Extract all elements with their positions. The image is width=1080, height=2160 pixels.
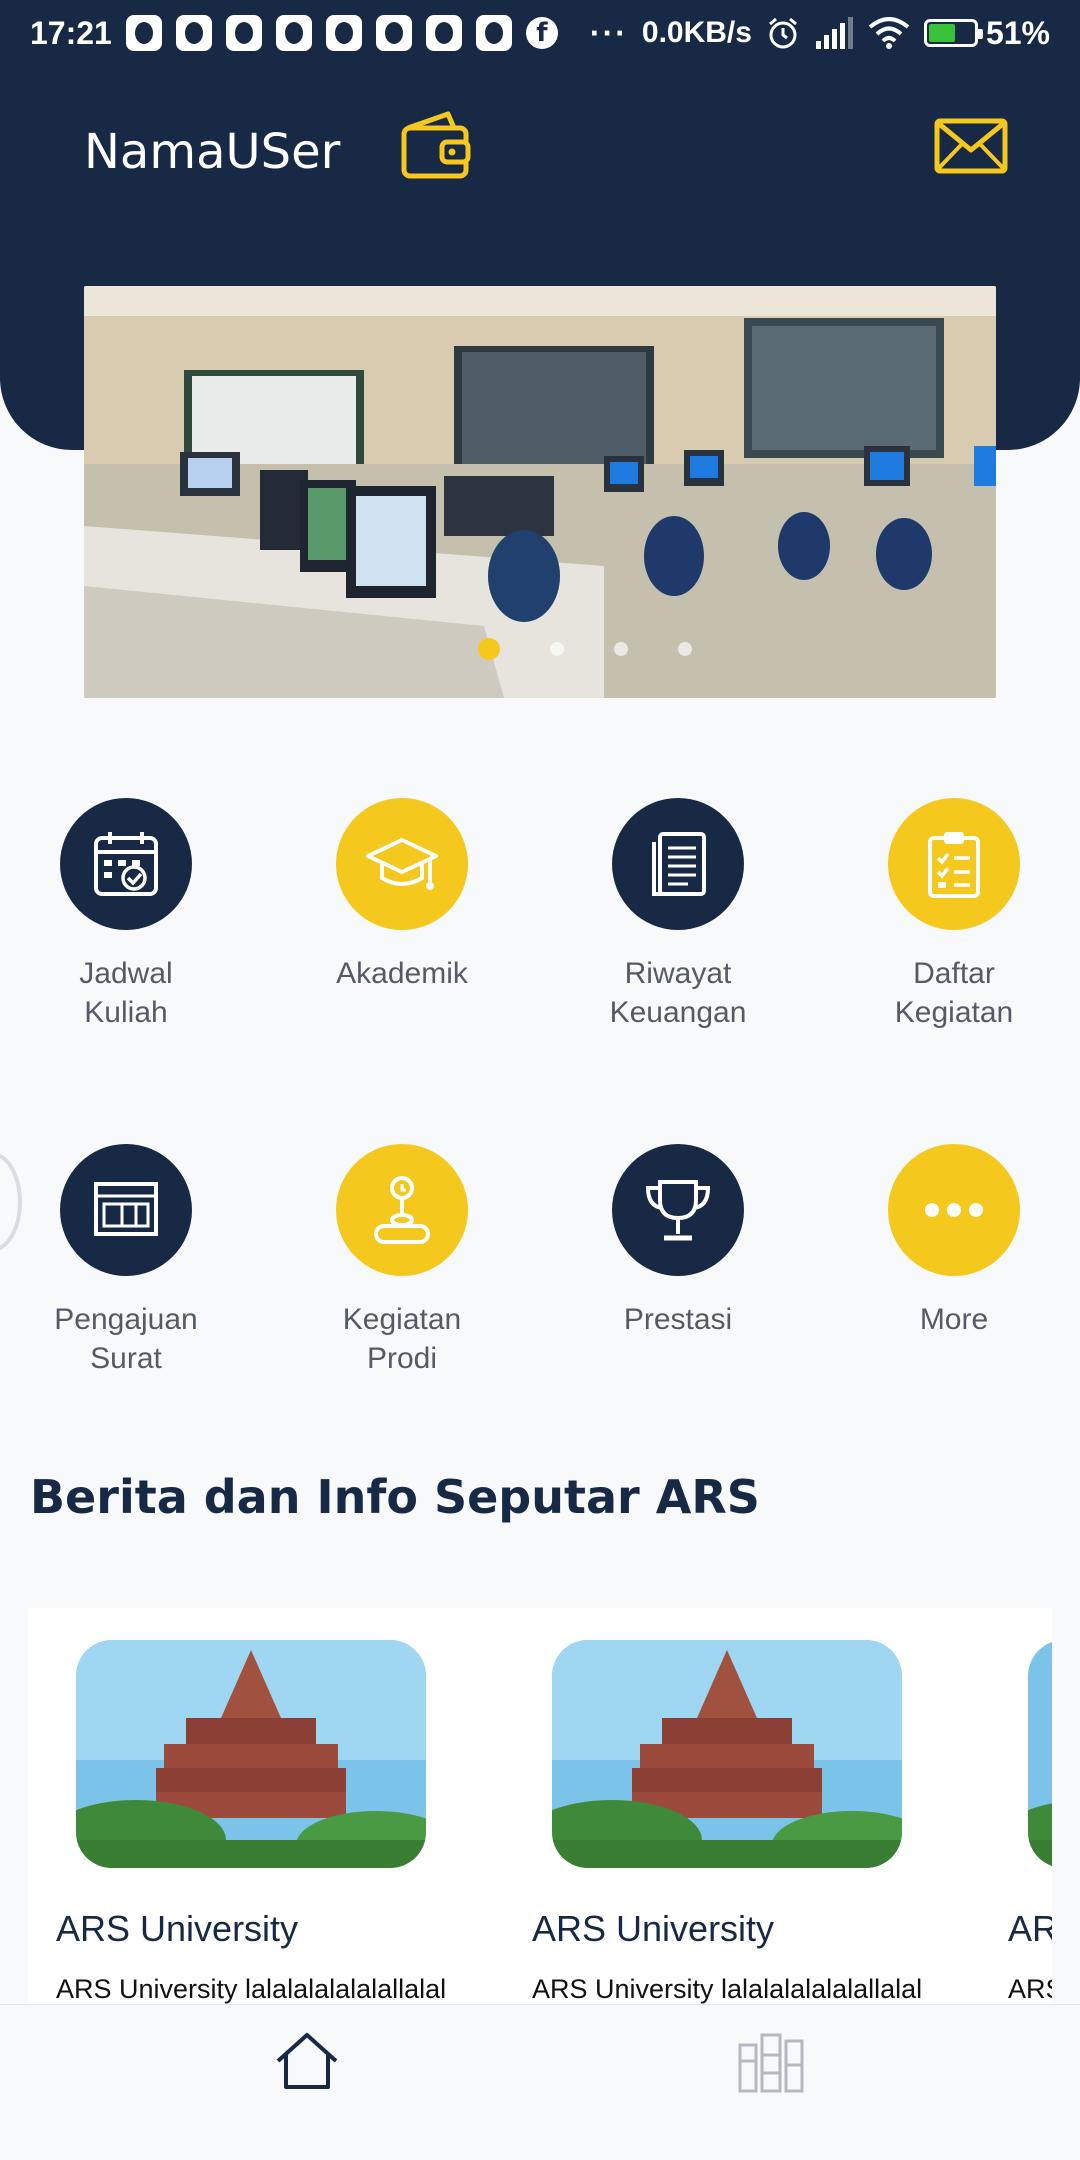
menu-label: Kegiatan Prodi [342,1303,462,1375]
menu-label: More [919,1303,989,1336]
feature-menu: Jadwal Kuliah Akademik Riwayat Keuangan … [0,798,1080,1378]
building-photo [1028,1640,1052,1868]
menu-kegiatan-prodi[interactable]: Kegiatan Prodi [264,1144,540,1378]
home-icon [276,2033,338,2089]
menu-label: Daftar Kegiatan [894,957,1014,1029]
alarm-icon [768,17,797,49]
battery-charging-icon [923,19,983,47]
clipboard-checklist-icon [928,832,980,898]
notification-avatar-icon [475,15,512,51]
carousel-dot[interactable] [678,642,692,656]
facebook-icon: f [525,17,558,49]
news-section-title: Berita dan Info Seputar ARS [30,1470,760,1524]
news-item-desc: ARS University lalalalalalalallalal [56,1974,447,2004]
carousel-dot[interactable] [614,642,628,656]
news-item-title: ARS University [532,1908,775,1949]
carousel-dot[interactable] [550,642,564,656]
notification-avatar-icon [275,15,312,51]
news-thumbnail [1028,1640,1052,1868]
menu-label: Prestasi [623,1303,733,1336]
status-time: 17:21 [30,14,112,51]
news-card[interactable]: ARS University ARS University lalalalala… [504,1608,924,2008]
menu-label: Riwayat Keuangan [609,957,747,1029]
menu-jadwal-kuliah[interactable]: Jadwal Kuliah [0,798,264,1032]
carousel-dot-active[interactable] [478,638,500,660]
notification-avatar-icon [375,15,412,51]
news-card[interactable]: ARS University ARS University lalalalala… [980,1608,1052,2008]
nav-home-tab[interactable] [274,2029,340,2095]
joystick-icon [374,1176,430,1244]
menu-label: Pengajuan Surat [54,1303,198,1375]
news-thumbnail [552,1640,902,1868]
news-thumbnail [76,1640,426,1868]
banner-image [84,286,996,698]
notification-avatar-icon [175,15,212,51]
news-item-title: ARS University [1008,1908,1052,1949]
status-bar: 17:21 f ··· 0.0KB/s 51% [0,0,1080,66]
document-list-icon [652,832,706,896]
menu-riwayat-keuangan[interactable]: Riwayat Keuangan [540,798,816,1032]
news-item-title: ARS University [56,1908,299,1949]
username-label: NamaUSer [84,124,341,180]
building-icon [738,2033,804,2093]
news-carousel[interactable]: ARS University ARS University lalalalala… [28,1608,1052,2008]
wallet-button[interactable] [398,108,474,184]
net-speed: 0.0KB/s [641,16,752,49]
menu-more[interactable]: More [816,1144,1080,1378]
wifi-icon [868,17,910,49]
notification-avatar-icon [225,15,262,51]
calendar-check-icon [94,832,158,896]
signal-icon [815,17,853,49]
news-item-desc: ARS University lalalalalalalallalal [1008,1974,1052,2004]
carousel-indicators[interactable] [84,638,996,660]
menu-pengajuan-surat[interactable]: Pengajuan Surat [0,1144,264,1378]
notification-avatar-icon [425,15,462,51]
battery-percent: 51% [985,14,1050,51]
notification-avatar-icon [125,15,162,51]
menu-akademik[interactable]: Akademik [264,798,540,1032]
menu-label: Jadwal Kuliah [79,957,173,1029]
menu-prestasi[interactable]: Prestasi [540,1144,816,1378]
building-photo [552,1640,902,1868]
building-photo [76,1640,426,1868]
graduation-cap-icon [366,838,438,890]
trophy-icon [645,1180,711,1241]
mail-button[interactable] [934,118,1008,174]
battery-status: 51% [923,14,1050,52]
news-item-desc: ARS University lalalalalalalallalal [532,1974,923,2004]
banner-carousel[interactable] [84,286,996,698]
nav-campus-tab[interactable] [736,2031,806,2095]
menu-daftar-kegiatan[interactable]: Daftar Kegiatan [816,798,1080,1032]
bottom-navigation [0,2004,1080,2160]
news-card[interactable]: ARS University ARS University lalalalala… [28,1608,448,2008]
status-right: ··· 0.0KB/s 51% [590,15,1050,52]
form-letter-icon [94,1182,158,1236]
menu-label: Akademik [336,957,468,990]
more-dots-icon [925,1203,983,1217]
mail-icon [934,118,1008,174]
wallet-icon [401,111,471,179]
notification-icons: f [125,15,558,51]
more-notifications: ··· [589,14,628,51]
notification-avatar-icon [325,15,362,51]
